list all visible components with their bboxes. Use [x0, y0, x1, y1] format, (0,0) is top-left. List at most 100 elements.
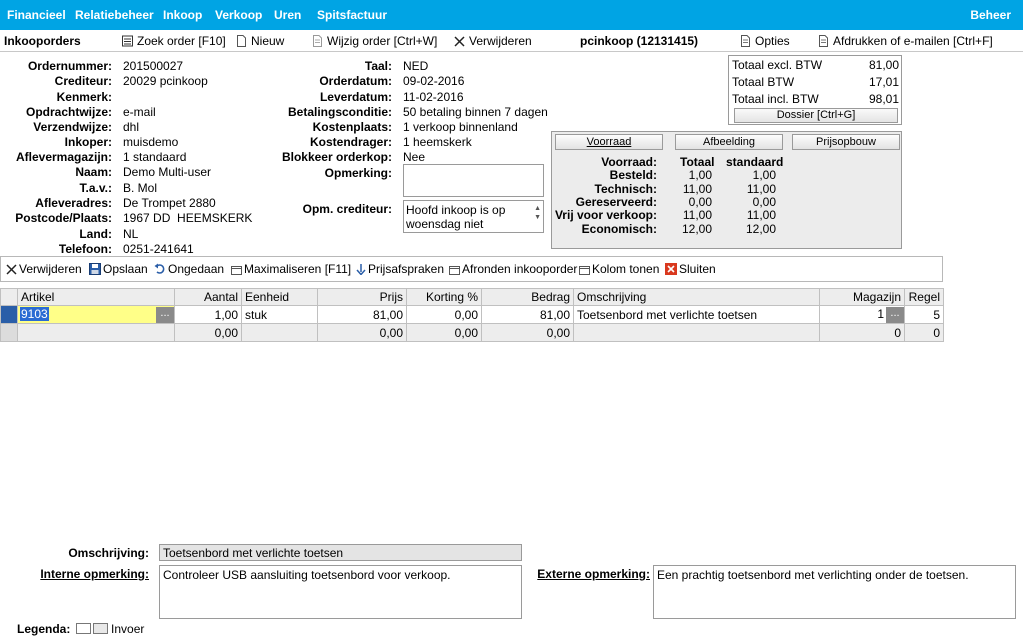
col-header-aantal[interactable]: Aantal: [174, 288, 242, 306]
col-header-korting[interactable]: Korting %: [406, 288, 482, 306]
close-button[interactable]: Sluiten: [665, 262, 716, 276]
aflevermagazijn-value[interactable]: 1 standaard: [123, 150, 186, 164]
grid-corner: [0, 288, 18, 306]
taal-label: Taal:: [364, 59, 392, 73]
col-header-eenheid[interactable]: Eenheid: [241, 288, 318, 306]
find-order-label: Zoek order [F10]: [137, 34, 226, 48]
omschrijving-cell[interactable]: Toetsenbord met verlichte toetsen: [573, 305, 820, 324]
bedrag-cell[interactable]: 81,00: [481, 305, 574, 324]
artikel-input[interactable]: 9103: [20, 306, 49, 321]
save-button[interactable]: Opslaan: [89, 262, 148, 276]
find-order-button[interactable]: Zoek order [F10]: [122, 34, 226, 48]
opmerking-textarea[interactable]: [403, 164, 544, 197]
options-button[interactable]: Opties: [740, 34, 790, 48]
orderdatum-value[interactable]: 09-02-2016: [403, 74, 464, 88]
afleveradres-value[interactable]: De Trompet 2880: [123, 196, 216, 210]
col-header-bedrag[interactable]: Bedrag: [481, 288, 574, 306]
table-row[interactable]: 9103 ... 1,00 stuk 81,00 0,00 81,00 Toet…: [0, 305, 944, 324]
finish-order-label: Afronden inkooporder: [462, 262, 578, 276]
dossier-button[interactable]: Dossier [Ctrl+G]: [734, 108, 898, 123]
kostendrager-value[interactable]: 1 heemskerk: [403, 135, 472, 149]
undo-button[interactable]: Ongedaan: [154, 262, 224, 276]
col-header-prijs[interactable]: Prijs: [317, 288, 407, 306]
inkoper-value[interactable]: muisdemo: [123, 135, 178, 149]
opm-crediteur-textarea[interactable]: Hoofd inkoop is op woensdag niet ▲ ▼: [403, 200, 544, 233]
tav-value[interactable]: B. Mol: [123, 181, 157, 195]
delete-label: Verwijderen: [469, 34, 532, 48]
col-header-omschrijving[interactable]: Omschrijving: [573, 288, 820, 306]
finish-order-button[interactable]: Afronden inkooporder: [449, 262, 577, 276]
nav-item-beheer[interactable]: Beheer: [970, 8, 1011, 22]
scroll-arrows-icon[interactable]: ▲ ▼: [534, 204, 541, 222]
new-button[interactable]: Nieuw: [236, 34, 284, 48]
artikel-cell[interactable]: 9103 ...: [17, 305, 175, 324]
totals-panel: Totaal excl. BTW 81,00 Totaal BTW 17,01 …: [728, 55, 902, 125]
blokkeer-orderkop-value[interactable]: Nee: [403, 150, 425, 164]
print-email-button[interactable]: Afdrukken of e-mailen [Ctrl+F]: [818, 34, 993, 48]
land-value[interactable]: NL: [123, 227, 138, 241]
inkoper-label: Inkoper:: [64, 135, 112, 149]
opm-crediteur-label: Opm. crediteur:: [302, 202, 392, 216]
regel-cell: 5: [904, 305, 944, 324]
print-email-label: Afdrukken of e-mailen [Ctrl+F]: [833, 34, 993, 48]
edit-order-label: Wijzig order [Ctrl+W]: [327, 34, 438, 48]
tab-afbeelding[interactable]: Afbeelding: [675, 134, 783, 150]
verzendwijze-value[interactable]: dhl: [123, 120, 139, 134]
vrij-voor-verkoop-label: Vrij voor verkoop:: [554, 208, 657, 222]
magazijn-lookup-button[interactable]: ...: [886, 306, 904, 323]
telefoon-value[interactable]: 0251-241641: [123, 242, 194, 256]
eenheid-cell[interactable]: stuk: [241, 305, 318, 324]
prijs-cell[interactable]: 81,00: [317, 305, 407, 324]
window-icon: [449, 266, 460, 275]
artikel-lookup-button[interactable]: ...: [156, 306, 174, 323]
interne-opmerking-textarea[interactable]: Controleer USB aansluiting toetsenbord v…: [159, 565, 522, 619]
top-navigation-bar: Financieel Relatiebeheer Inkoop Verkoop …: [0, 0, 1023, 30]
nav-item-uren[interactable]: Uren: [274, 8, 301, 22]
kostenplaats-value[interactable]: 1 verkoop binnenland: [403, 120, 518, 134]
delete-button[interactable]: Verwijderen: [454, 34, 532, 48]
korting-cell[interactable]: 0,00: [406, 305, 482, 324]
tab-voorraad[interactable]: Voorraad: [555, 134, 663, 150]
show-column-button[interactable]: Kolom tonen: [579, 262, 659, 276]
betalingsconditie-value[interactable]: 50 betaling binnen 7 dagen: [403, 105, 548, 119]
close-icon: [454, 36, 465, 47]
magazijn-cell[interactable]: 1...: [819, 305, 905, 324]
crediteur-value[interactable]: 20029 pcinkoop: [123, 74, 208, 88]
maximize-button[interactable]: Maximaliseren [F11]: [231, 262, 351, 276]
aantal-cell[interactable]: 1,00: [174, 305, 242, 324]
window-icon: [579, 266, 590, 275]
document-icon: [741, 35, 750, 47]
price-agreements-button[interactable]: Prijsafspraken: [356, 262, 444, 276]
taal-value[interactable]: NED: [403, 59, 428, 73]
externe-opmerking-textarea[interactable]: Een prachtig toetsenbord met verlichting…: [653, 565, 1016, 619]
col-header-magazijn[interactable]: Magazijn: [819, 288, 905, 306]
undo-label: Ongedaan: [168, 262, 225, 276]
opdrachtwijze-value[interactable]: e-mail: [123, 105, 156, 119]
betalingsconditie-label: Betalingsconditie:: [287, 105, 392, 119]
opdrachtwijze-label: Opdrachtwijze:: [25, 105, 112, 119]
col-header-regel[interactable]: Regel: [904, 288, 944, 306]
economisch-totaal: 12,00: [681, 222, 712, 236]
tab-prijsopbouw[interactable]: Prijsopbouw: [792, 134, 900, 150]
nav-item-financieel[interactable]: Financieel: [7, 8, 66, 22]
nav-item-relatiebeheer[interactable]: Relatiebeheer: [75, 8, 154, 22]
interne-opmerking-label: Interne opmerking:: [40, 567, 149, 581]
edit-order-button[interactable]: Wijzig order [Ctrl+W]: [312, 34, 437, 48]
nav-item-spitsfactuur[interactable]: Spitsfactuur: [317, 8, 387, 22]
omschrijving-cell: [573, 323, 820, 342]
ordernummer-value[interactable]: 201500027: [123, 59, 183, 73]
nav-item-inkoop[interactable]: Inkoop: [163, 8, 202, 22]
omschrijving-field[interactable]: Toetsenbord met verlichte toetsen: [159, 544, 522, 561]
line-delete-button[interactable]: Verwijderen: [6, 262, 82, 276]
col-header-artikel[interactable]: Artikel: [17, 288, 175, 306]
naam-value[interactable]: Demo Multi-user: [123, 165, 211, 179]
korting-cell: 0,00: [406, 323, 482, 342]
nav-item-verkoop[interactable]: Verkoop: [215, 8, 262, 22]
leverdatum-value[interactable]: 11-02-2016: [403, 90, 464, 104]
voorraad-header-label: Voorraad:: [601, 155, 657, 169]
eenheid-cell: [241, 323, 318, 342]
postcode-plaats-value[interactable]: 1967 DD HEEMSKERK: [123, 211, 252, 225]
besteld-label: Besteld:: [609, 168, 657, 182]
row-indicator[interactable]: [0, 305, 18, 324]
prijs-cell: 0,00: [317, 323, 407, 342]
